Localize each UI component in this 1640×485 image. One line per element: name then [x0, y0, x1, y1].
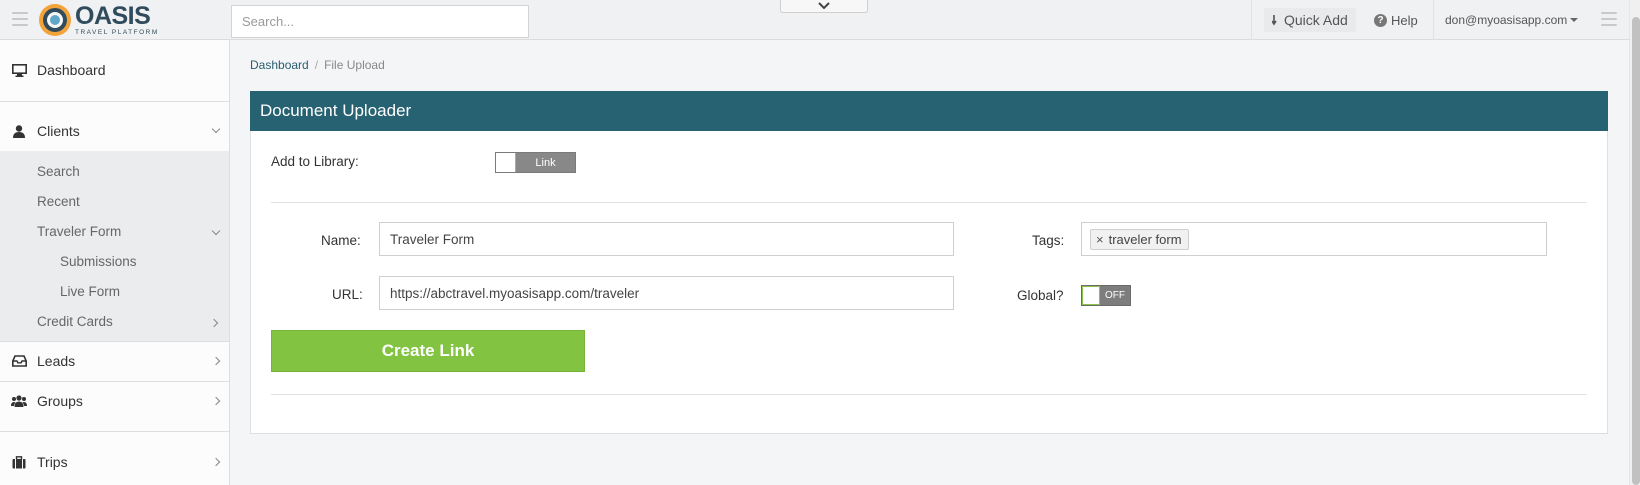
sidebar-subitem-credit-cards[interactable]: Credit Cards: [37, 314, 221, 329]
sidebar-subitem-live-form[interactable]: Live Form: [60, 284, 120, 299]
sidebar-divider: [0, 431, 229, 432]
sidebar-item-label: Clients: [37, 123, 80, 139]
user-email: don@myoasisapp.com: [1445, 13, 1568, 27]
add-to-library-label: Add to Library:: [271, 154, 359, 169]
scrollbar-thumb[interactable]: [1632, 17, 1640, 485]
sidebar-item-label: Leads: [37, 353, 76, 369]
document-uploader-panel: Document Uploader Add to Library: Link N…: [250, 91, 1608, 434]
oasis-logo-icon: [39, 4, 71, 36]
add-to-library-toggle[interactable]: Link: [495, 152, 576, 173]
url-field[interactable]: https://abctravel.myoasisapp.com/travele…: [379, 276, 954, 310]
sidebar-item-label: Trips: [37, 454, 68, 470]
toggle-label: OFF: [1105, 290, 1125, 301]
chevron-right-icon: [211, 356, 221, 366]
menu-toggle-icon[interactable]: [12, 12, 28, 26]
toggle-knob: [1082, 286, 1100, 305]
user-icon: [11, 123, 27, 139]
toggle-knob: [496, 153, 516, 172]
sidebar: Dashboard Clients Search Recent Traveler…: [0, 40, 230, 485]
chevron-down-icon: [818, 2, 830, 10]
global-toggle[interactable]: OFF: [1081, 285, 1131, 306]
breadcrumb-separator: /: [314, 58, 319, 72]
breadcrumb-dashboard[interactable]: Dashboard: [250, 58, 309, 72]
panel-title: Document Uploader: [250, 91, 1608, 131]
url-label: URL:: [332, 287, 363, 302]
help-label: Help: [1391, 12, 1418, 28]
page-scrollbar[interactable]: [1629, 0, 1640, 485]
chevron-down-icon: [211, 124, 221, 134]
tags-label: Tags:: [1032, 233, 1065, 248]
chevron-right-icon: [209, 318, 219, 328]
sidebar-item-groups[interactable]: Groups: [0, 381, 229, 421]
user-menu[interactable]: don@myoasisapp.com: [1433, 0, 1591, 40]
quick-add-label: Quick Add: [1284, 12, 1348, 28]
logo-tagline: TRAVEL PLATFORM: [75, 28, 159, 36]
users-icon: [11, 393, 27, 409]
name-field[interactable]: Traveler Form: [379, 222, 954, 256]
caret-down-icon: [1570, 18, 1579, 22]
top-bar: OASIS TRAVEL PLATFORM Quick Add ? Help d…: [0, 0, 1640, 40]
quick-add-button[interactable]: Quick Add: [1264, 8, 1356, 32]
sidebar-item-dashboard[interactable]: Dashboard: [0, 50, 229, 90]
sidebar-subitem-search[interactable]: Search: [37, 164, 80, 179]
tag-remove-button[interactable]: ×: [1096, 232, 1104, 247]
breadcrumb-current: File Upload: [324, 58, 385, 72]
tags-input[interactable]: × traveler form: [1081, 222, 1547, 256]
header-collapse-tab[interactable]: [780, 0, 868, 13]
create-link-button[interactable]: Create Link: [271, 330, 585, 372]
right-menu-icon[interactable]: [1601, 12, 1617, 26]
name-label: Name:: [321, 233, 361, 248]
sidebar-subitem-traveler-form[interactable]: Traveler Form: [37, 224, 221, 239]
suitcase-icon: [11, 454, 27, 470]
help-icon: ?: [1374, 13, 1387, 27]
search-input[interactable]: [231, 5, 529, 38]
chevron-right-icon: [211, 457, 221, 467]
help-link[interactable]: ? Help: [1374, 0, 1434, 40]
global-label: Global?: [1017, 288, 1064, 303]
inbox-icon: [11, 353, 27, 369]
sidebar-divider: [0, 101, 229, 102]
toggle-label: Link: [535, 156, 556, 169]
level-down-icon: [1272, 15, 1277, 26]
sidebar-item-label: Groups: [37, 393, 83, 409]
sidebar-subitem-label: Credit Cards: [37, 314, 113, 329]
section-divider: [271, 394, 1587, 395]
desktop-icon: [11, 62, 27, 78]
tag-chip: × traveler form: [1090, 228, 1189, 250]
sidebar-subitem-recent[interactable]: Recent: [37, 194, 80, 209]
sidebar-subitem-label: Traveler Form: [37, 224, 122, 239]
section-divider: [271, 202, 1587, 203]
sidebar-item-clients[interactable]: Clients: [0, 111, 229, 151]
chevron-right-icon: [211, 396, 221, 406]
breadcrumb: Dashboard / File Upload: [250, 58, 385, 72]
sidebar-item-trips[interactable]: Trips: [0, 442, 229, 482]
sidebar-subitem-submissions[interactable]: Submissions: [60, 254, 137, 269]
logo[interactable]: OASIS TRAVEL PLATFORM: [38, 2, 159, 38]
sidebar-item-leads[interactable]: Leads: [0, 341, 229, 381]
logo-name: OASIS: [75, 1, 151, 30]
chevron-down-icon: [211, 226, 221, 236]
tag-label: traveler form: [1108, 231, 1182, 247]
clients-subnav: Search Recent Traveler Form Submissions …: [0, 151, 229, 341]
sidebar-item-label: Dashboard: [37, 62, 106, 78]
